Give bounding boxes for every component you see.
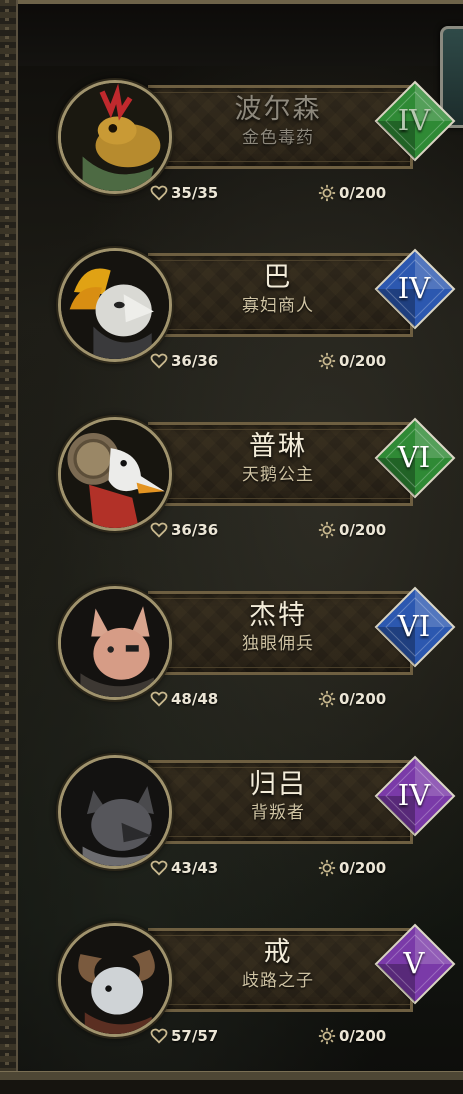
experience-value: 0/200 xyxy=(339,521,387,539)
sun-icon xyxy=(318,859,336,877)
sun-icon xyxy=(318,184,336,202)
heart-icon xyxy=(150,352,168,370)
experience-value: 0/200 xyxy=(339,859,387,877)
character-title: 金色毒药 xyxy=(242,128,314,148)
character-card[interactable]: 杰特独眼佣兵 VI 48/48 0/200 xyxy=(0,586,463,757)
heart-icon xyxy=(150,184,168,202)
health-value: 35/35 xyxy=(171,184,219,202)
sun-icon xyxy=(318,690,336,708)
character-title: 天鹅公主 xyxy=(242,465,314,485)
character-name: 戒 xyxy=(263,937,293,968)
health-stat: 35/35 xyxy=(150,181,218,205)
heart-icon xyxy=(150,521,168,539)
experience-stat: 0/200 xyxy=(318,349,386,373)
rank-label: VI xyxy=(397,609,431,643)
health-value: 57/57 xyxy=(171,1027,219,1045)
sun-icon xyxy=(318,521,336,539)
bottom-border xyxy=(0,1071,463,1080)
health-value: 43/43 xyxy=(171,859,219,877)
cat-feather-icon[interactable] xyxy=(58,248,172,362)
sun-icon xyxy=(318,352,336,370)
character-card[interactable]: 波尔森金色毒药 IV 35/35 0/200 xyxy=(0,80,463,251)
character-name: 归吕 xyxy=(249,769,307,800)
experience-value: 0/200 xyxy=(339,1027,387,1045)
character-name: 普琳 xyxy=(249,431,307,462)
character-card[interactable]: 戒歧路之子 V 57/57 0/200 xyxy=(0,923,463,1094)
heart-icon xyxy=(150,690,168,708)
character-name: 波尔森 xyxy=(234,94,322,125)
heart-icon xyxy=(150,1027,168,1045)
experience-value: 0/200 xyxy=(339,690,387,708)
experience-value: 0/200 xyxy=(339,184,387,202)
character-title: 寡妇商人 xyxy=(242,296,314,316)
heart-icon xyxy=(150,859,168,877)
ram-icon[interactable] xyxy=(58,923,172,1037)
rank-label: VI xyxy=(397,440,431,474)
health-stat: 57/57 xyxy=(150,1024,218,1048)
character-name: 巴 xyxy=(263,262,293,293)
health-stat: 48/48 xyxy=(150,687,218,711)
rank-label: IV xyxy=(397,778,431,812)
character-title: 独眼佣兵 xyxy=(242,634,314,654)
health-stat: 43/43 xyxy=(150,856,218,880)
experience-value: 0/200 xyxy=(339,352,387,370)
top-border xyxy=(0,0,463,4)
experience-stat: 0/200 xyxy=(318,518,386,542)
toad-icon[interactable] xyxy=(58,80,172,194)
experience-stat: 0/200 xyxy=(318,856,386,880)
swan-icon[interactable] xyxy=(58,417,172,531)
health-value: 36/36 xyxy=(171,352,219,370)
experience-stat: 0/200 xyxy=(318,687,386,711)
character-title: 歧路之子 xyxy=(242,971,314,991)
wolf-icon[interactable] xyxy=(58,755,172,869)
character-title: 背叛者 xyxy=(251,803,305,823)
sun-icon xyxy=(318,1027,336,1045)
rank-label: V xyxy=(403,946,425,980)
top-band xyxy=(0,0,463,66)
rank-label: IV xyxy=(397,103,431,137)
experience-stat: 0/200 xyxy=(318,1024,386,1048)
character-name: 杰特 xyxy=(249,600,307,631)
health-value: 48/48 xyxy=(171,690,219,708)
character-card[interactable]: 归吕背叛者 IV 43/43 0/200 xyxy=(0,755,463,926)
character-card[interactable]: 巴寡妇商人 IV 36/36 0/200 xyxy=(0,248,463,419)
fox-icon[interactable] xyxy=(58,586,172,700)
character-card[interactable]: 普琳天鹅公主 VI 36/36 0/200 xyxy=(0,417,463,588)
rank-label: IV xyxy=(397,271,431,305)
health-stat: 36/36 xyxy=(150,349,218,373)
health-value: 36/36 xyxy=(171,521,219,539)
health-stat: 36/36 xyxy=(150,518,218,542)
experience-stat: 0/200 xyxy=(318,181,386,205)
